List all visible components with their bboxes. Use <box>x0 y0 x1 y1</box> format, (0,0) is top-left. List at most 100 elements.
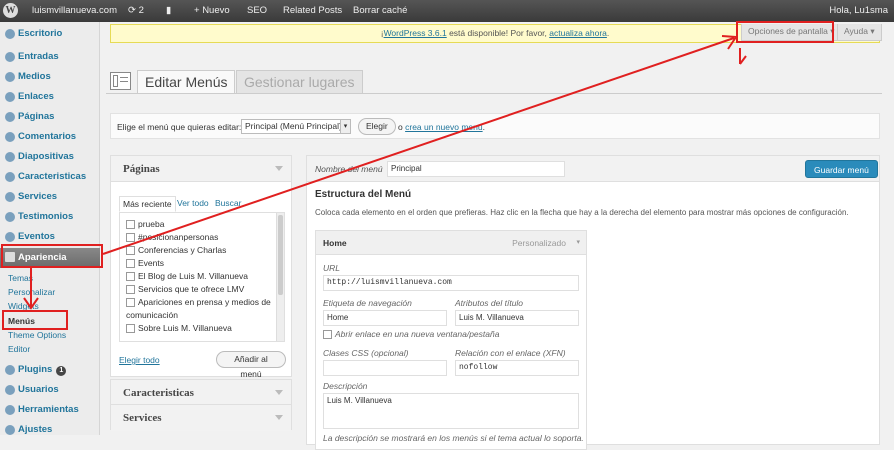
page-label: prueba <box>138 219 165 229</box>
menu-label: Comentarios <box>18 131 77 142</box>
page-checkbox[interactable] <box>126 324 135 333</box>
triangle-down-icon: ▾ <box>870 26 875 36</box>
menu-label: Plugins <box>18 364 53 375</box>
menu-medios[interactable]: Medios <box>0 68 100 86</box>
submenu-personalizar[interactable]: Personalizar <box>8 287 55 297</box>
account-link[interactable]: Hola, Lu1sma <box>829 0 888 22</box>
menu-label: Diapositivas <box>18 151 74 162</box>
updates-link[interactable]: ⟳ 2 <box>128 0 144 22</box>
xfn-input[interactable]: nofollow <box>455 360 579 376</box>
menu-caracteristicas[interactable]: Caracteristicas <box>0 168 100 186</box>
menu-label: Entradas <box>18 51 59 62</box>
new-content-link[interactable]: + Nuevo <box>194 0 230 22</box>
help-button[interactable]: Ayuda ▾ <box>837 24 882 41</box>
page-checkbox[interactable] <box>126 220 135 229</box>
screen-options-button[interactable]: Opciones de pantalla ▾ <box>741 24 842 41</box>
url-input[interactable]: http://luismvillanueva.com <box>323 275 579 291</box>
wordpress-version-link[interactable]: WordPress 3.6.1 <box>384 28 447 38</box>
menu-usuarios[interactable]: Usuarios <box>0 381 100 399</box>
tab-editar-menus[interactable]: Editar Menús <box>137 70 236 93</box>
menu-escritorio[interactable]: Escritorio <box>0 25 100 43</box>
select-all-link[interactable]: Elegir todo <box>119 355 160 365</box>
settings-icon <box>5 425 15 435</box>
menu-herramientas[interactable]: Herramientas <box>0 401 100 419</box>
box-title: Caracteristicas <box>123 387 194 399</box>
chevron-up-icon[interactable]: ▾ <box>576 238 580 246</box>
pages-box-header[interactable]: Páginas <box>111 156 291 182</box>
structure-description: Coloca cada elemento en el orden que pre… <box>315 208 849 217</box>
clear-cache-link[interactable]: Borrar caché <box>353 0 407 22</box>
menu-label: Usuarios <box>18 384 59 395</box>
create-menu-link[interactable]: crea un nuevo menú <box>405 122 483 132</box>
css-classes-input[interactable] <box>323 360 447 376</box>
select-menu-label: Elige el menú que quieras editar: <box>117 122 242 132</box>
submenu-editor[interactable]: Editor <box>8 344 30 354</box>
submenu-theme-options[interactable]: Theme Options <box>8 330 66 340</box>
related-posts-link[interactable]: Related Posts <box>283 0 342 22</box>
collapse-arrow-icon[interactable] <box>275 166 283 171</box>
media-icon <box>5 72 15 82</box>
page-label: Conferencias y Charlas <box>138 245 227 255</box>
page-checkbox[interactable] <box>126 285 135 294</box>
comments-icon[interactable]: ▮ <box>166 0 171 22</box>
page-checkbox[interactable] <box>126 298 135 307</box>
menu-label: Services <box>18 191 58 202</box>
caracteristicas-box[interactable]: Caracteristicas <box>110 379 292 406</box>
menu-paginas[interactable]: Páginas <box>0 108 100 126</box>
nav-label-input[interactable]: Home <box>323 310 447 326</box>
nav-label-label: Etiqueta de navegación <box>323 298 412 308</box>
triangle-down-icon: ▾ <box>830 26 835 36</box>
scrollbar[interactable] <box>276 213 284 341</box>
new-window-checkbox[interactable] <box>323 330 332 339</box>
services-box[interactable]: Services <box>110 404 292 431</box>
xfn-label: Relación con el enlace (XFN) <box>455 348 566 358</box>
menu-item-handle[interactable]: Home Personalizado ▾ <box>316 231 586 255</box>
chevron-down-icon: ▾ <box>340 120 350 133</box>
menu-apariencia[interactable]: Apariencia <box>0 248 100 268</box>
new-label: Nuevo <box>202 5 230 16</box>
menu-enlaces[interactable]: Enlaces <box>0 88 100 106</box>
scrollbar-thumb[interactable] <box>278 215 283 295</box>
seo-link[interactable]: SEO <box>247 0 267 22</box>
update-now-link[interactable]: actualiza ahora <box>549 28 607 38</box>
menu-label: Enlaces <box>18 91 54 102</box>
collapse-arrow-icon[interactable] <box>275 390 283 395</box>
page-checkbox[interactable] <box>126 272 135 281</box>
tab-search[interactable]: Buscar <box>215 198 241 208</box>
tab-gestionar-lugares[interactable]: Gestionar lugares <box>236 70 363 93</box>
choose-menu-button[interactable]: Elegir <box>358 118 396 135</box>
submenu-widgets[interactable]: Widgets <box>8 301 39 311</box>
submenu-menus[interactable]: Menús <box>8 316 35 326</box>
collapse-arrow-icon[interactable] <box>275 415 283 420</box>
description-textarea[interactable]: Luis M. Villanueva <box>323 393 579 429</box>
title-attr-input[interactable]: Luis M. Villanueva <box>455 310 579 326</box>
page-checkbox[interactable] <box>126 259 135 268</box>
link-icon <box>5 92 15 102</box>
slides-icon <box>5 152 15 162</box>
page-label: Servicios que te ofrece LMV <box>138 284 245 294</box>
page-label: Sobre Luis M. Villanueva <box>138 323 232 333</box>
save-menu-button[interactable]: Guardar menú <box>805 160 878 178</box>
site-name-link[interactable]: luismvillanueva.com <box>32 0 117 22</box>
services-icon <box>5 192 15 202</box>
menu-select[interactable]: Principal (Menú Principal) ▾ <box>241 119 351 134</box>
menu-name-input[interactable]: Principal <box>387 161 565 177</box>
menu-diapositivas[interactable]: Diapositivas <box>0 148 100 166</box>
tab-most-recent[interactable]: Más reciente <box>119 196 176 212</box>
add-to-menu-button[interactable]: Añadir al menú <box>216 351 286 379</box>
screen-options-label: Opciones de pantalla <box>748 26 828 36</box>
wordpress-logo-icon[interactable]: W <box>3 3 18 18</box>
pages-box: Páginas Más reciente Ver todo Buscar pru… <box>110 155 292 379</box>
page-checkbox[interactable] <box>126 246 135 255</box>
menu-plugins[interactable]: Plugins 1 <box>0 361 100 379</box>
submenu-temas[interactable]: Temas <box>8 273 33 283</box>
menu-eventos[interactable]: Eventos <box>0 228 100 246</box>
menu-entradas[interactable]: Entradas <box>0 48 100 66</box>
menu-ajustes[interactable]: Ajustes <box>0 421 100 439</box>
menu-comentarios[interactable]: Comentarios <box>0 128 100 146</box>
menu-testimonios[interactable]: Testimonios <box>0 208 100 226</box>
menu-services[interactable]: Services <box>0 188 100 206</box>
menu-label: Páginas <box>18 111 55 122</box>
tab-view-all[interactable]: Ver todo <box>177 198 209 208</box>
page-checkbox[interactable] <box>126 233 135 242</box>
